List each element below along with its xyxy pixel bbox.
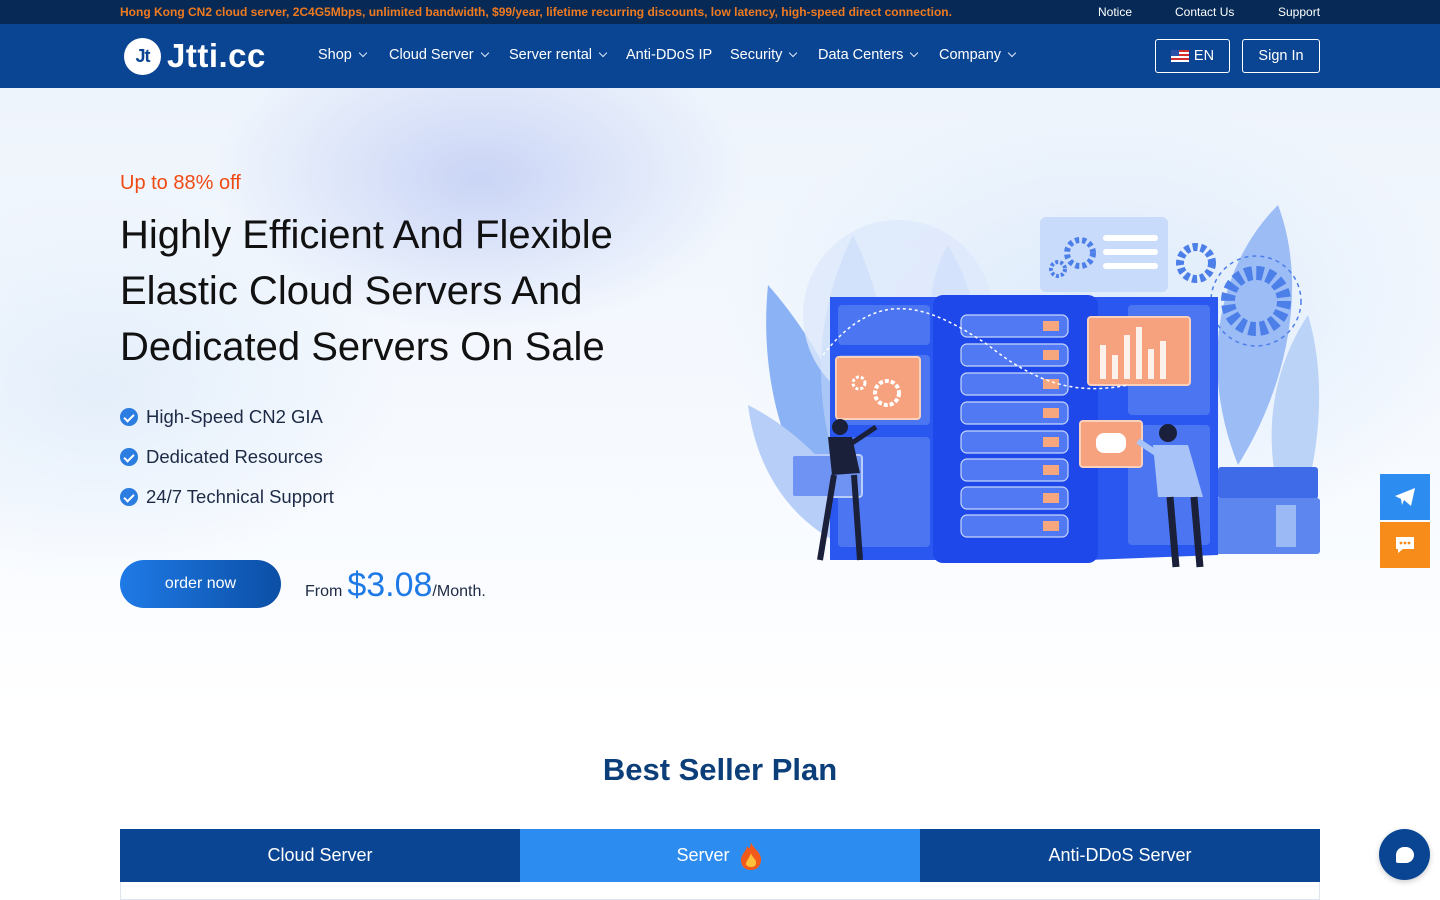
gear-icon xyxy=(1176,243,1216,283)
nav-item-label: Server rental xyxy=(509,47,593,63)
nav-item-label: Cloud Server xyxy=(389,47,474,63)
book-stack xyxy=(1210,498,1320,554)
feature-label: High-Speed CN2 GIA xyxy=(146,406,323,427)
message-icon xyxy=(1396,537,1414,553)
check-circle-icon xyxy=(120,448,138,466)
book-spine xyxy=(1276,505,1296,547)
nav-item-label: Data Centers xyxy=(818,47,904,63)
panel-line xyxy=(1103,235,1158,241)
nav-item-label: Shop xyxy=(318,47,352,63)
best-seller-title: Best Seller Plan xyxy=(602,752,838,787)
live-chat-button[interactable] xyxy=(1379,829,1430,880)
nav-item-label: Security xyxy=(730,47,783,63)
nav-item-label: Company xyxy=(939,47,1002,63)
nav-item-company[interactable]: Company xyxy=(939,47,1017,63)
tab-server[interactable]: Server xyxy=(520,829,920,882)
nav-item-data-centers[interactable]: Data Centers xyxy=(818,47,919,63)
logo-text: Jtti.cc xyxy=(167,37,266,74)
chevron-down-icon xyxy=(598,48,608,58)
notice-link[interactable]: Notice xyxy=(1098,5,1132,19)
chevron-down-icon xyxy=(910,48,919,58)
feature-label: 24/7 Technical Support xyxy=(146,486,334,507)
logo-mark-icon: Jt xyxy=(124,37,161,75)
nav-item-security[interactable]: Security xyxy=(730,47,798,63)
tab-cloud-server[interactable]: Cloud Server xyxy=(120,829,520,882)
feature-item: 24/7 Technical Support xyxy=(120,486,334,508)
tab-label: Server xyxy=(676,845,730,865)
support-link[interactable]: Support xyxy=(1278,5,1320,19)
check-circle-icon xyxy=(120,408,138,426)
contact-us-link[interactable]: Contact Us xyxy=(1175,5,1234,19)
check-circle-icon xyxy=(120,488,138,506)
nav-item-label: Anti-DDoS IP xyxy=(626,47,713,63)
message-button[interactable] xyxy=(1380,522,1430,568)
announcement-bar: Hong Kong CN2 cloud server, 2C4G5Mbps, u… xyxy=(0,0,1440,24)
feature-item: High-Speed CN2 GIA xyxy=(120,406,323,428)
chevron-down-icon xyxy=(358,48,368,58)
server-racks-illustration xyxy=(748,205,1320,568)
book-stack xyxy=(1218,467,1318,499)
chevron-down-icon xyxy=(1007,48,1017,58)
chevron-down-icon xyxy=(789,48,798,58)
panel-line xyxy=(1103,249,1158,255)
promo-text[interactable]: Hong Kong CN2 cloud server, 2C4G5Mbps, u… xyxy=(120,5,952,19)
feature-item: Dedicated Resources xyxy=(120,446,323,468)
nav-item-shop[interactable]: Shop xyxy=(318,47,368,63)
panel-line xyxy=(1103,263,1158,269)
hero-eyebrow: Up to 88% off xyxy=(120,172,241,194)
language-button[interactable]: EN xyxy=(1155,39,1230,73)
nav-item-server-rental[interactable]: Server rental xyxy=(509,47,608,63)
tab-panel xyxy=(120,882,1320,900)
sign-in-button[interactable]: Sign In xyxy=(1242,39,1320,73)
price-line: From $3.08 /Month. xyxy=(305,566,486,605)
plan-tabs: Cloud Server Server Anti-DDoS Server xyxy=(120,829,1320,882)
telegram-button[interactable] xyxy=(1380,474,1430,520)
price-amount: $3.08 xyxy=(347,566,433,604)
telegram-icon xyxy=(1395,488,1415,506)
chevron-down-icon xyxy=(480,48,489,58)
feature-label: Dedicated Resources xyxy=(146,446,323,467)
order-now-button[interactable]: order now xyxy=(120,560,281,608)
site-logo[interactable]: Jt Jtti.cc xyxy=(124,37,266,75)
nav-item-anti-ddos-ip[interactable]: Anti-DDoS IP xyxy=(626,47,712,63)
cloud-icon xyxy=(1096,433,1126,453)
chat-bubble-icon xyxy=(1395,846,1414,863)
main-navbar: Jt Jtti.cc Shop Cloud Server Server rent… xyxy=(0,24,1440,88)
language-label: EN xyxy=(1193,48,1215,64)
tab-anti-ddos-server[interactable]: Anti-DDoS Server xyxy=(920,829,1320,882)
price-prefix: From xyxy=(305,583,343,600)
price-suffix: /Month. xyxy=(432,583,486,600)
nav-item-cloud-server[interactable]: Cloud Server xyxy=(389,47,489,63)
fire-icon xyxy=(740,841,761,870)
hero-headline: Highly Efficient And Flexible Elastic Cl… xyxy=(120,213,613,369)
us-flag-icon xyxy=(1170,50,1189,62)
